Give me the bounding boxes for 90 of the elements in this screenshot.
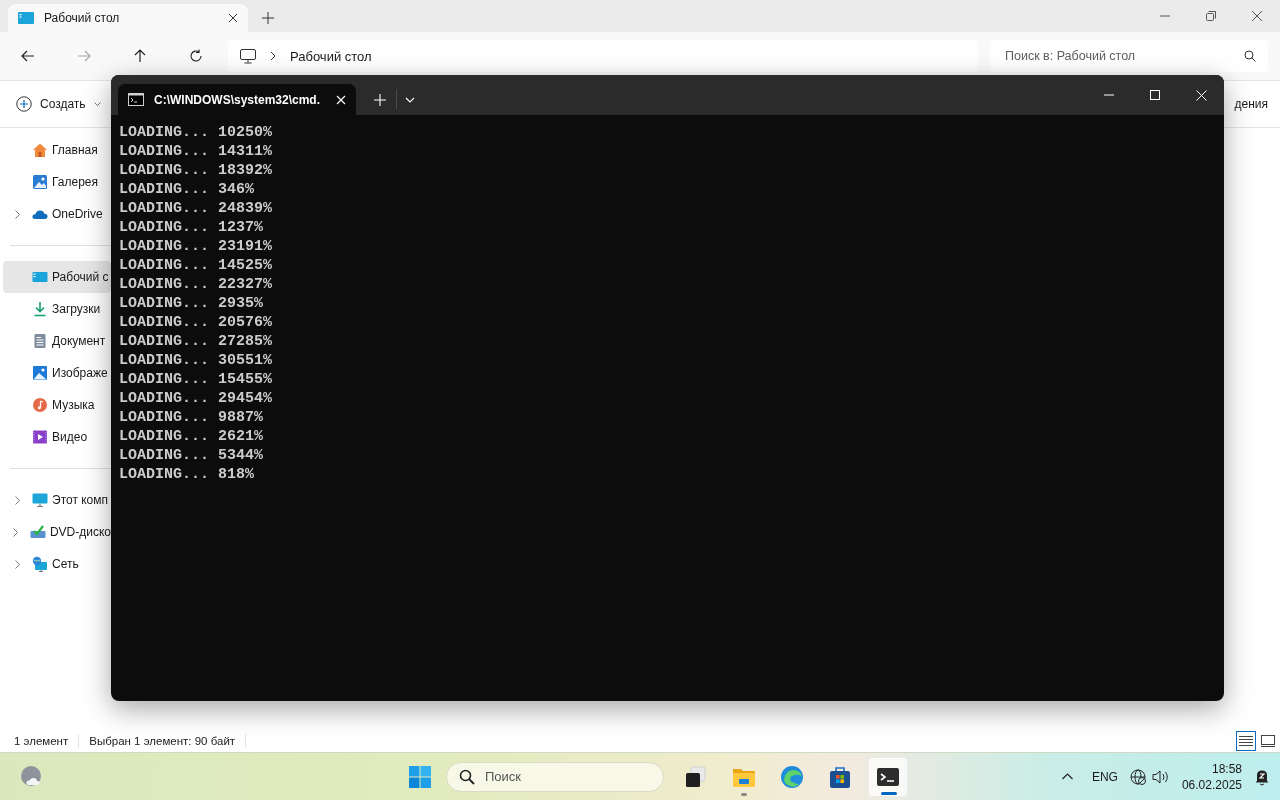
address-bar[interactable]: Рабочий стол xyxy=(228,40,978,72)
console-line: LOADING... 30551% xyxy=(119,351,273,370)
video-icon xyxy=(32,429,48,445)
console-icon xyxy=(128,93,144,106)
caret-icon xyxy=(405,96,415,103)
back-arrow-icon xyxy=(21,49,35,63)
search-field[interactable]: Поиск в: Рабочий стол xyxy=(990,40,1268,72)
taskbar-search-field[interactable]: Поиск xyxy=(446,761,664,792)
console-line: LOADING... 2935% xyxy=(119,294,264,313)
console-line: LOADING... 14311% xyxy=(119,142,273,161)
console-line: LOADING... 24839% xyxy=(119,199,273,218)
plus-icon xyxy=(374,93,386,106)
chevron-icon xyxy=(270,51,276,61)
document-icon xyxy=(32,333,48,349)
language-indicator[interactable]: ENG xyxy=(1085,769,1124,784)
console-line: LOADING... 22327% xyxy=(119,275,273,294)
store-bag-icon xyxy=(828,764,852,789)
plus-icon xyxy=(262,12,274,24)
network-icon xyxy=(32,556,48,572)
console-line: LOADING... 20576% xyxy=(119,313,273,332)
close-icon xyxy=(1195,89,1207,101)
console-line: LOADING... 23191% xyxy=(119,237,273,256)
close-icon xyxy=(1252,11,1262,21)
sidebar-item[interactable]: Этот комп xyxy=(3,484,111,516)
maximize-icon xyxy=(1150,90,1160,100)
close-icon[interactable] xyxy=(228,13,238,23)
sidebar-item[interactable]: Сеть xyxy=(3,548,111,580)
console-line: LOADING... 29454% xyxy=(119,389,273,408)
selection-info: Выбран 1 элемент: 90 байт xyxy=(89,735,236,747)
weather-icon[interactable] xyxy=(20,765,44,789)
explorer-tab[interactable]: Рабочий стол xyxy=(8,4,248,32)
dvd-drive-icon xyxy=(29,524,46,540)
console-line: LOADING... 346% xyxy=(119,180,255,199)
item-count: 1 элемент xyxy=(14,735,69,747)
address-text: Рабочий стол xyxy=(290,48,372,64)
details-view-button[interactable] xyxy=(1236,731,1256,751)
chevron-up-icon xyxy=(1062,773,1074,780)
chevron-icon[interactable] xyxy=(13,527,19,537)
sidebar-item[interactable]: DVD-диско xyxy=(3,516,111,548)
console-line: LOADING... 15455% xyxy=(119,370,273,389)
sidebar-item[interactable]: Загрузки xyxy=(3,293,111,325)
restore-icon xyxy=(1206,11,1216,21)
console-line: LOADING... 9887% xyxy=(119,408,264,427)
download-icon xyxy=(32,301,48,317)
console-line: LOADING... 14525% xyxy=(119,256,273,275)
sidebar-item[interactable]: Главная xyxy=(3,134,111,166)
plus-circle-icon xyxy=(16,96,32,112)
console-line: LOADING... 5344% xyxy=(119,446,264,465)
network-globe-icon[interactable] xyxy=(1129,768,1146,785)
pictures-icon xyxy=(32,365,48,381)
search-icon xyxy=(1244,50,1256,62)
browser-icon xyxy=(780,764,804,789)
windows-logo-icon xyxy=(408,764,432,789)
sidebar-item[interactable]: Документ xyxy=(3,325,111,357)
clock[interactable]: 18:58 06.02.2025 xyxy=(1175,760,1248,793)
sidebar-item[interactable]: Рабочий с xyxy=(3,261,111,293)
sidebar-item[interactable]: Галерея xyxy=(3,166,111,198)
tiles-icon xyxy=(1261,735,1275,747)
toolbar-label[interactable]: дения xyxy=(1234,97,1268,111)
sidebar-item[interactable]: Изображе xyxy=(3,357,111,389)
task-view-icon xyxy=(684,764,708,789)
home-icon xyxy=(32,142,48,158)
gallery-icon xyxy=(32,174,48,190)
caret-icon xyxy=(93,101,101,107)
taskbar-app[interactable] xyxy=(868,756,908,797)
refresh-icon xyxy=(189,49,203,63)
console-line: LOADING... 18392% xyxy=(119,161,273,180)
chevron-icon[interactable] xyxy=(14,559,20,569)
console-line: LOADING... 1237% xyxy=(119,218,264,237)
desktop-icon xyxy=(18,12,34,24)
music-icon xyxy=(32,397,48,413)
console-line: LOADING... 10250% xyxy=(119,123,273,142)
up-arrow-icon xyxy=(133,49,147,63)
terminal-tab[interactable]: C:\WINDOWS\system32\cmd. xyxy=(118,84,356,115)
desktop-icon xyxy=(32,269,48,285)
console-line: LOADING... 27285% xyxy=(119,332,273,351)
list-icon xyxy=(1239,735,1253,747)
monitor-icon xyxy=(240,48,256,64)
sidebar-item[interactable]: OneDrive xyxy=(3,198,111,230)
chevron-icon[interactable] xyxy=(14,495,20,505)
console-line: LOADING... 818% xyxy=(119,465,255,484)
search-icon xyxy=(459,768,475,785)
volume-icon[interactable] xyxy=(1151,768,1170,785)
sidebar-item[interactable]: Музыка xyxy=(3,389,111,421)
computer-icon xyxy=(32,492,48,508)
console-line: LOADING... 2621% xyxy=(119,427,264,446)
chevron-icon[interactable] xyxy=(14,209,20,219)
forward-arrow-icon xyxy=(77,49,91,63)
sidebar-item[interactable]: Видео xyxy=(3,421,111,453)
create-button[interactable]: Создать xyxy=(16,96,101,112)
